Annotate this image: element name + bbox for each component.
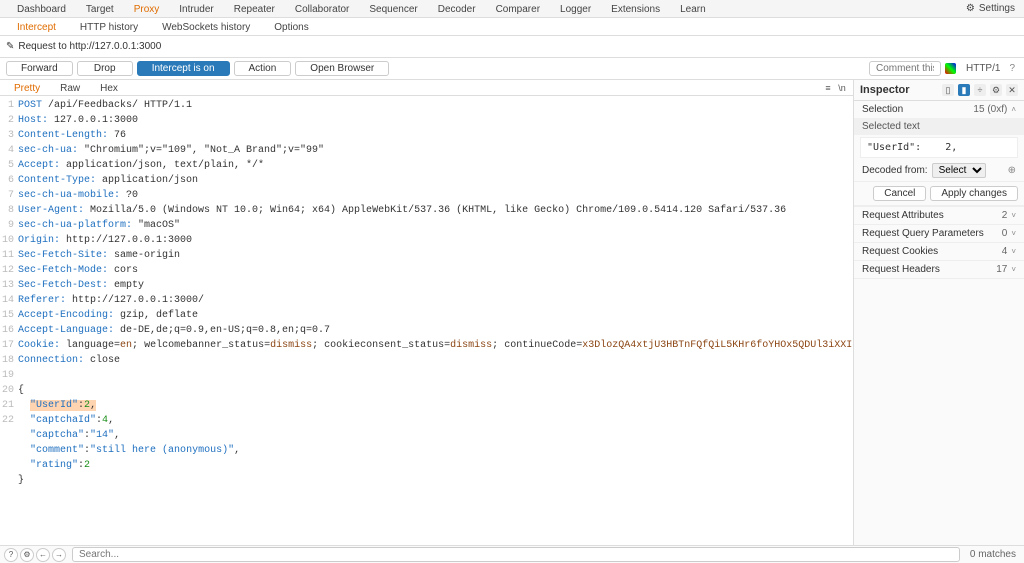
search-input[interactable] bbox=[72, 547, 960, 562]
forward-button[interactable]: Forward bbox=[6, 61, 73, 76]
chevron-up-icon: ˄ bbox=[1011, 105, 1016, 114]
top-tab-logger[interactable]: Logger bbox=[550, 2, 601, 17]
top-tab-learn[interactable]: Learn bbox=[670, 2, 716, 17]
editor-tab-hex[interactable]: Hex bbox=[90, 83, 128, 94]
action-button[interactable]: Action bbox=[234, 61, 292, 76]
inspector-row[interactable]: Request Query Parameters0˅ bbox=[854, 225, 1024, 242]
drop-button[interactable]: Drop bbox=[77, 61, 133, 76]
sub-tab-intercept[interactable]: Intercept bbox=[5, 20, 68, 35]
intercept-toggle-button[interactable]: Intercept is on bbox=[137, 61, 230, 76]
inspector-row[interactable]: Request Headers17˅ bbox=[854, 261, 1024, 278]
request-toolbar: ✎ Request to http://127.0.0.1:3000 bbox=[0, 36, 1024, 58]
inspector-row[interactable]: Request Attributes2˅ bbox=[854, 207, 1024, 224]
selection-row[interactable]: Selection 15 (0xf) ˄ bbox=[854, 101, 1024, 118]
chevron-down-icon: ˅ bbox=[1011, 211, 1016, 220]
match-count: 0 matches bbox=[966, 549, 1020, 560]
decoded-from-row: Decoded from: Select ⊕ bbox=[854, 160, 1024, 182]
layout-icon-2[interactable]: ▮ bbox=[958, 84, 970, 96]
chevron-down-icon: ˅ bbox=[1011, 229, 1016, 238]
sub-tab-options[interactable]: Options bbox=[262, 20, 320, 35]
top-tab-intruder[interactable]: Intruder bbox=[169, 2, 223, 17]
top-tab-sequencer[interactable]: Sequencer bbox=[359, 2, 427, 17]
selected-text-box[interactable]: "UserId":2, bbox=[860, 137, 1018, 158]
apply-changes-button[interactable]: Apply changes bbox=[930, 186, 1018, 201]
http-version-badge: HTTP/1 bbox=[960, 63, 1002, 74]
top-tab-collaborator[interactable]: Collaborator bbox=[285, 2, 359, 17]
nav-forward-icon[interactable]: → bbox=[52, 548, 66, 562]
selected-text-label: Selected text bbox=[854, 118, 1024, 135]
top-tab-proxy[interactable]: Proxy bbox=[124, 2, 170, 17]
layout-icon-1[interactable]: ▯ bbox=[942, 84, 954, 96]
divide-icon[interactable]: ÷ bbox=[974, 84, 986, 96]
help-nav-icon[interactable]: ? bbox=[4, 548, 18, 562]
editor-tab-pretty[interactable]: Pretty bbox=[4, 83, 50, 94]
inspector-row[interactable]: Request Cookies4˅ bbox=[854, 243, 1024, 260]
highlight-color-picker[interactable] bbox=[945, 63, 956, 74]
request-editor[interactable]: 1POST /api/Feedbacks/ HTTP/1.12Host: 127… bbox=[0, 96, 853, 545]
inspector-title: Inspector bbox=[860, 84, 942, 96]
top-tab-extensions[interactable]: Extensions bbox=[601, 2, 670, 17]
bottom-bar: ? ⚙ ← → 0 matches bbox=[0, 545, 1024, 563]
settings-icon[interactable]: ⚙ bbox=[990, 84, 1002, 96]
chevron-down-icon: ˅ bbox=[1011, 247, 1016, 256]
settings-button[interactable]: ⚙ Settings bbox=[966, 3, 1019, 14]
action-bar: Forward Drop Intercept is on Action Open… bbox=[0, 58, 1024, 80]
inspector-pane: Inspector ▯ ▮ ÷ ⚙ ✕ Selection 15 (0xf) ˄… bbox=[854, 80, 1024, 545]
decode-select[interactable]: Select bbox=[932, 163, 986, 178]
editor-tabs: PrettyRawHex ≡ \n bbox=[0, 80, 853, 96]
top-tabs: DashboardTargetProxyIntruderRepeaterColl… bbox=[0, 0, 1024, 18]
inspector-header: Inspector ▯ ▮ ÷ ⚙ ✕ bbox=[854, 80, 1024, 101]
chevron-down-icon: ˅ bbox=[1011, 265, 1016, 274]
decode-add-icon[interactable]: ⊕ bbox=[1008, 165, 1016, 176]
editor-tab-raw[interactable]: Raw bbox=[50, 83, 90, 94]
gear-icon: ⚙ bbox=[966, 3, 975, 14]
top-tab-dashboard[interactable]: Dashboard bbox=[7, 2, 76, 17]
close-icon[interactable]: ✕ bbox=[1006, 84, 1018, 96]
sub-tab-websockets-history[interactable]: WebSockets history bbox=[150, 20, 262, 35]
editor-pane: PrettyRawHex ≡ \n 1POST /api/Feedbacks/ … bbox=[0, 80, 854, 545]
nav-back-icon[interactable]: ← bbox=[36, 548, 50, 562]
settings-nav-icon[interactable]: ⚙ bbox=[20, 548, 34, 562]
lens-icon: ✎ bbox=[6, 41, 14, 52]
top-tab-target[interactable]: Target bbox=[76, 2, 124, 17]
sub-tab-http-history[interactable]: HTTP history bbox=[68, 20, 150, 35]
top-tab-repeater[interactable]: Repeater bbox=[224, 2, 285, 17]
sub-tabs: InterceptHTTP historyWebSockets historyO… bbox=[0, 18, 1024, 36]
top-tab-comparer[interactable]: Comparer bbox=[486, 2, 550, 17]
help-icon[interactable]: ? bbox=[1006, 63, 1018, 74]
line-wrap-icon[interactable]: ≡ bbox=[821, 81, 835, 95]
settings-label: Settings bbox=[979, 3, 1015, 14]
request-target: ✎ Request to http://127.0.0.1:3000 bbox=[6, 41, 161, 52]
newline-icon[interactable]: \n bbox=[835, 81, 849, 95]
top-tab-decoder[interactable]: Decoder bbox=[428, 2, 486, 17]
open-browser-button[interactable]: Open Browser bbox=[295, 61, 389, 76]
comment-input[interactable] bbox=[869, 61, 941, 76]
cancel-button[interactable]: Cancel bbox=[873, 186, 926, 201]
